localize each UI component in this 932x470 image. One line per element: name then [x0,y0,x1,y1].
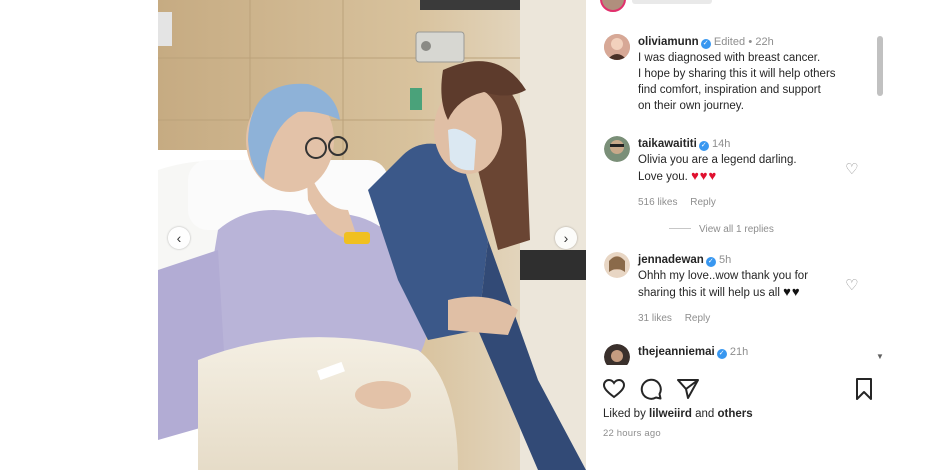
verified-badge-icon: ✓ [705,257,716,267]
edited-label: Edited [713,36,746,48]
previous-media-button[interactable]: ‹ [168,227,190,249]
author-header [632,0,712,4]
verified-badge-icon: ✓ [716,349,727,359]
reply-button[interactable]: Reply [685,313,711,324]
liked-by-and: and [695,408,715,420]
comment-username[interactable]: oliviamunn [638,36,699,48]
paper-plane-icon[interactable] [676,377,700,401]
avatar[interactable] [604,136,630,162]
comment-time: 5h [719,254,732,266]
comment-list[interactable]: oliviamunn ✓ Edited • 22h I was diagnosed… [587,30,887,365]
reply-button[interactable]: Reply [690,197,716,208]
post-media[interactable]: ‹ › [158,0,586,470]
meta-separator: • [748,36,753,48]
heart-emoji-icon: ♥♥♥ [691,168,718,183]
comments-panel: oliviamunn ✓ Edited • 22h I was diagnosed… [587,0,932,470]
comment-text-line: on their own journey. [638,100,744,112]
comment-likes-count[interactable]: 31 likes [638,313,672,324]
comment-text-line: Love you. [638,171,688,183]
avatar[interactable] [604,34,630,60]
comment-text-line: find comfort, inspiration and support [638,84,821,96]
comment-text-line: Olivia you are a legend darling. [638,154,797,166]
author-avatar[interactable] [600,0,626,12]
post-action-bar [602,377,872,403]
comments-scrollbar[interactable] [877,36,883,96]
liked-by-user[interactable]: lilweiird [649,408,692,420]
comment-like-heart-icon[interactable]: ♡ [845,276,858,294]
comment-time: 21h [729,346,749,358]
post-viewer: ‹ › oliviamunn ✓ Edited • 22h I was diagn… [0,0,932,470]
next-media-button[interactable]: › [555,227,577,249]
comment-text-line: Ohhh my love..wow thank you for [638,270,809,282]
avatar[interactable] [604,344,630,365]
bookmark-icon[interactable] [852,377,876,401]
scroll-down-arrow-icon[interactable]: ▼ [876,352,884,361]
comment-bubble-icon[interactable] [639,377,663,401]
avatar[interactable] [604,252,630,278]
comment-username[interactable]: taikawaititi [638,138,697,150]
comment-username[interactable]: jennadewan [638,254,704,266]
comment-text-line: sharing this it will help us all [638,287,780,299]
liked-by-others[interactable]: others [717,408,752,420]
post-timestamp[interactable]: 22 hours ago [603,428,661,439]
comment-time: 14h [712,138,731,150]
heart-outline-icon[interactable] [602,377,626,401]
comment-like-heart-icon[interactable]: ♡ [845,160,858,178]
comment-likes-count[interactable]: 516 likes [638,197,677,208]
view-replies-button[interactable]: View all 1 replies [669,224,774,235]
comment-text-line: I hope by sharing this it will help othe… [638,68,836,80]
verified-badge-icon: ✓ [698,141,709,151]
comment-time: 22h [755,36,774,48]
comment-text-line: I was diagnosed with breast cancer. [638,52,821,64]
comment-username[interactable]: thejeanniemai [638,346,715,358]
post-photo [158,0,586,470]
view-replies-label: View all 1 replies [699,224,774,235]
black-heart-emoji-icon: ♥♥ [783,284,801,299]
verified-badge-icon: ✓ [700,39,711,49]
liked-by-prefix: Liked by [603,408,646,420]
liked-by-summary[interactable]: Liked by lilweiird and others [603,408,753,420]
